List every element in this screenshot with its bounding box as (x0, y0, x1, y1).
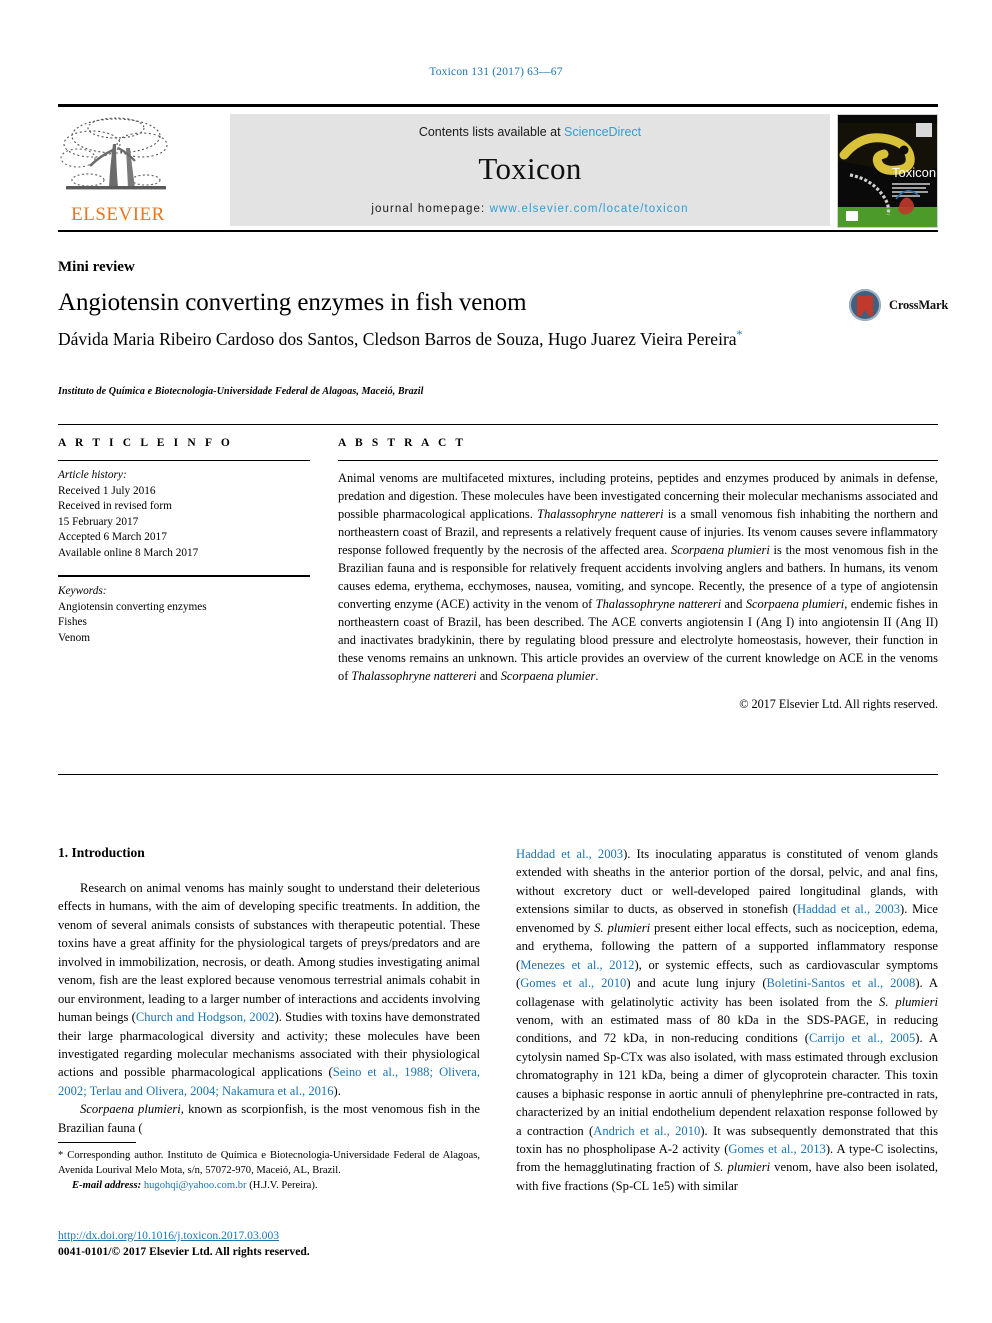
issn-copyright-line: 0041-0101/© 2017 Elsevier Ltd. All right… (58, 1245, 310, 1259)
crossmark-book-icon (857, 296, 873, 316)
citation-link[interactable]: Boletini-Santos et al., 2008 (767, 976, 916, 990)
homepage-prefix: journal homepage: (371, 203, 490, 215)
citation-link[interactable]: Church and Hodgson, 2002 (136, 1010, 275, 1024)
journal-title: Toxicon (478, 151, 582, 186)
history-line: Received in revised form (58, 500, 172, 513)
sciencedirect-link[interactable]: ScienceDirect (564, 125, 641, 139)
citation-link[interactable]: Gomes et al., 2013 (728, 1142, 825, 1156)
species-name: Thalassophryne nattereri (351, 668, 477, 683)
abstract-chunk: and (721, 596, 746, 611)
keyword-item: Angiotensin converting enzymes (58, 600, 207, 613)
keyword-item: Venom (58, 631, 91, 644)
para-chunk: ). (333, 1083, 341, 1098)
banner-bottom-rule (58, 230, 938, 232)
paragraph: Haddad et al., 2003). Its inoculating ap… (516, 845, 938, 1195)
abstract-text: Animal venoms are multifaceted mixtures,… (338, 470, 938, 686)
citation-link[interactable]: Haddad et al., 2003 (797, 902, 900, 916)
running-head: Toxicon 131 (2017) 63—67 (429, 66, 563, 78)
abstract-section-top-rule (58, 424, 938, 425)
crossmark-badge[interactable]: CrossMark (849, 288, 949, 322)
species-name: Scorpaena plumieri (745, 596, 845, 611)
article-info-heading: A R T I C L E I N F O (58, 437, 233, 449)
body-column-right: Haddad et al., 2003). Its inoculating ap… (516, 845, 938, 1195)
page-title: Angiotensin converting enzymes in fish v… (58, 289, 527, 316)
species-name: S. plumieri (879, 994, 938, 1009)
author-list: Dávida Maria Ribeiro Cardoso dos Santos,… (58, 327, 818, 351)
paragraph: Research on animal venoms has mainly sou… (58, 879, 480, 1100)
history-line: Available online 8 March 2017 (58, 546, 199, 559)
author-names: Dávida Maria Ribeiro Cardoso dos Santos,… (58, 328, 737, 349)
article-history-label: Article history: (58, 469, 127, 481)
article-type-label: Mini review (58, 259, 135, 275)
journal-cover-thumbnail: Toxicon (837, 114, 938, 228)
elsevier-tree-icon (60, 117, 168, 190)
species-name: Thalassophryne nattereri (537, 506, 664, 521)
article-history-block: Article history: Received 1 July 2016 Re… (58, 468, 310, 561)
crossmark-circle-icon (849, 289, 881, 321)
abstract-section-bottom-rule (58, 774, 938, 775)
paragraph: Scorpaena plumieri, known as scorpionfis… (58, 1100, 480, 1137)
para-chunk: ) and acute lung injury ( (626, 976, 767, 991)
elsevier-logo: ELSEVIER (58, 114, 176, 226)
species-name: Scorpaena plumier (500, 668, 596, 683)
affiliation: Instituto de Química e Biotecnologia-Uni… (58, 386, 424, 397)
journal-homepage-line: journal homepage: www.elsevier.com/locat… (230, 203, 830, 215)
history-line: Received 1 July 2016 (58, 484, 156, 497)
species-name: Thalassophryne nattereri (595, 596, 722, 611)
history-line: 15 February 2017 (58, 515, 139, 528)
section-heading-introduction: 1. Introduction (58, 845, 145, 860)
abstract-chunk: . (595, 668, 599, 683)
abstract-chunk: and (476, 668, 501, 683)
svg-text:Toxicon: Toxicon (892, 165, 936, 180)
journal-cover-image: Toxicon (838, 115, 937, 227)
keywords-label: Keywords: (58, 585, 107, 598)
abstract-heading: A B S T R A C T (338, 437, 467, 449)
homepage-url-link[interactable]: www.elsevier.com/locate/toxicon (490, 203, 689, 215)
citation-link[interactable]: Haddad et al., 2003 (516, 847, 623, 861)
doi-link[interactable]: http://dx.doi.org/10.1016/j.toxicon.2017… (58, 1228, 498, 1244)
abstract-copyright: © 2017 Elsevier Ltd. All rights reserved… (739, 696, 938, 711)
citation-link[interactable]: Carrijo et al., 2005 (809, 1031, 915, 1045)
corresponding-author-marker[interactable]: * (737, 327, 743, 341)
para-chunk: Research on animal venoms has mainly sou… (58, 881, 480, 1025)
journal-banner: ELSEVIER Contents lists available at Sci… (58, 104, 938, 232)
species-name: Scorpaena plumieri (671, 542, 770, 557)
keyword-item: Fishes (58, 616, 87, 629)
species-name: S. plumieri (594, 920, 651, 935)
email-label: E-mail address: (72, 1180, 142, 1192)
species-name: S. plumieri (713, 1160, 771, 1175)
abstract-rule (338, 460, 938, 461)
doi-block: http://dx.doi.org/10.1016/j.toxicon.2017… (58, 1228, 498, 1261)
footnote-text: Corresponding author. Instituto de Quími… (58, 1150, 480, 1177)
para-chunk: ). A cytolysin named Sp-CTx was also iso… (516, 1031, 939, 1138)
article-info-rule (58, 460, 310, 461)
citation-link[interactable]: Menezes et al., 2012 (520, 958, 634, 972)
contents-list-line: Contents lists available at ScienceDirec… (230, 125, 830, 139)
email-suffix: (H.J.V. Pereira). (246, 1180, 318, 1192)
history-line: Accepted 6 March 2017 (58, 531, 167, 544)
abstract-column: A B S T R A C T Animal venoms are multif… (338, 437, 938, 712)
body-column-left: 1. Introduction Research on animal venom… (58, 845, 480, 1137)
keywords-block: Keywords: Angiotensin converting enzymes… (58, 584, 310, 646)
elsevier-wordmark: ELSEVIER (71, 204, 165, 225)
footnote-rule (58, 1142, 136, 1143)
corresponding-author-footnote: * Corresponding author. Instituto de Quí… (58, 1148, 480, 1193)
paper-page: Toxicon 131 (2017) 63—67 ELSEVIER Conten… (0, 0, 992, 1323)
species-name: Scorpaena plumieri (80, 1102, 181, 1117)
banner-center: Contents lists available at ScienceDirec… (230, 114, 830, 226)
article-info-column: A R T I C L E I N F O Article history: R… (58, 437, 310, 646)
banner-top-rule (58, 104, 938, 107)
crossmark-label: CrossMark (889, 298, 949, 312)
citation-link[interactable]: Andrich et al., 2010 (593, 1124, 700, 1138)
citation-link[interactable]: Gomes et al., 2010 (520, 976, 626, 990)
contents-prefix: Contents lists available at (418, 125, 565, 139)
keywords-rule (58, 575, 310, 578)
email-link[interactable]: hugohqi@yahoo.com.br (144, 1180, 247, 1191)
